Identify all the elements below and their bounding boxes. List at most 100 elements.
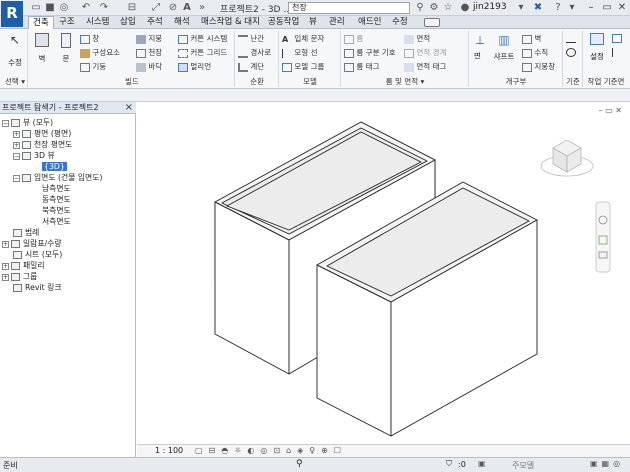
infocenter-icon[interactable]: ⚙: [428, 2, 440, 14]
measure-icon[interactable]: ⊟: [126, 2, 138, 14]
restore-icon[interactable]: ▭: [600, 1, 614, 14]
tree-item[interactable]: − 뷰 (모두): [2, 117, 134, 128]
level-button[interactable]: [566, 33, 576, 43]
tree-item[interactable]: + 일람표/수량: [2, 238, 134, 249]
3d-viewport[interactable]: – ▭ ✕: [137, 102, 630, 457]
collapse-icon[interactable]: −: [13, 174, 20, 182]
user-menu-icon[interactable]: ▾: [515, 2, 527, 14]
shaft-button[interactable]: ▥ 샤프트: [492, 33, 516, 62]
ribbon-toggle-icon[interactable]: [424, 18, 440, 27]
filter-icon[interactable]: ⛉: [446, 459, 452, 469]
room-tag-button[interactable]: 룸 태그: [344, 61, 379, 72]
active-model[interactable]: 주모델: [512, 460, 534, 471]
group-label-room-area[interactable]: 룸 및 면적 ▾: [342, 76, 468, 87]
tab-annotate[interactable]: 주석: [143, 16, 167, 29]
curtain-grid-button[interactable]: 커튼 그리드: [178, 47, 227, 58]
set-workplane-button[interactable]: 설정: [586, 33, 608, 62]
model-group-button[interactable]: 모델 그룹: [282, 61, 324, 72]
search-input[interactable]: 천장: [288, 2, 410, 14]
close-browser-icon[interactable]: ×: [125, 102, 133, 114]
room-separator-button[interactable]: 룸 구분 기호: [344, 47, 396, 58]
tree-item[interactable]: + 평면 (평면): [2, 128, 134, 139]
group-label-select[interactable]: 선택 ▾: [2, 76, 28, 87]
tree-item[interactable]: + 천장 평면도: [2, 139, 134, 150]
tab-systems[interactable]: 시스템: [82, 16, 113, 29]
floor-button[interactable]: 바닥: [136, 61, 162, 72]
roof-button[interactable]: 지붕: [136, 33, 162, 44]
tab-structure[interactable]: 구조: [55, 16, 79, 29]
modify-button[interactable]: ↖ 수정: [4, 33, 26, 68]
redo-icon[interactable]: ↷: [98, 2, 110, 14]
vertical-opening-button[interactable]: 수직: [522, 47, 548, 58]
tab-view[interactable]: 뷰: [305, 16, 321, 29]
model-line-button[interactable]: 모형 선: [282, 47, 317, 58]
mullion-button[interactable]: 멀리언: [178, 61, 211, 72]
tree-item[interactable]: {3D}: [2, 161, 134, 172]
tab-addins[interactable]: 애드인: [354, 16, 385, 29]
save-icon[interactable]: ■: [44, 2, 56, 14]
tree-item[interactable]: 범례: [2, 227, 134, 238]
model-text-button[interactable]: A 입체 문자: [282, 33, 324, 44]
tree-item[interactable]: 동측면도: [2, 194, 134, 205]
tab-insert[interactable]: 삽입: [116, 16, 140, 29]
binoculars-icon[interactable]: ⚲: [414, 2, 426, 14]
minimize-icon[interactable]: –: [584, 1, 598, 14]
tree-item[interactable]: + 그룹: [2, 271, 134, 282]
tree-item[interactable]: 시트 (모두): [2, 249, 134, 260]
tree-item[interactable]: − 입면도 (건물 입면도): [2, 172, 134, 183]
opening-by-face-button[interactable]: ⟂ 면: [472, 33, 488, 60]
tab-modify[interactable]: 수정: [388, 16, 412, 29]
grid-button[interactable]: [566, 47, 576, 57]
expand-icon[interactable]: +: [2, 273, 9, 281]
wall-opening-button[interactable]: 벽: [522, 33, 541, 44]
collapse-icon[interactable]: −: [2, 119, 9, 127]
tree-item[interactable]: Revit 링크: [2, 282, 134, 293]
tree-item[interactable]: − 3D 뷰: [2, 150, 134, 161]
area-tag-button[interactable]: 면적 태그: [404, 61, 446, 72]
sync-icon[interactable]: ◎: [58, 2, 70, 14]
expand-icon[interactable]: +: [13, 141, 20, 149]
close-window-icon[interactable]: ✕: [615, 1, 629, 14]
expand-icon[interactable]: +: [13, 130, 20, 138]
expand-icon[interactable]: +: [2, 240, 9, 248]
user-icon[interactable]: ●: [459, 2, 471, 14]
undo-icon[interactable]: ↶: [80, 2, 92, 14]
tab-manage[interactable]: 관리: [325, 16, 349, 29]
ceiling-button[interactable]: 천장: [136, 47, 162, 58]
curtain-system-button[interactable]: 커튼 시스템: [178, 33, 227, 44]
exchange-icon[interactable]: ✖: [532, 2, 544, 14]
tree-item[interactable]: 서측면도: [2, 216, 134, 227]
room-button[interactable]: 룸: [344, 33, 363, 44]
tab-architecture[interactable]: 건축: [28, 16, 54, 29]
wall-button[interactable]: 벽: [31, 33, 53, 64]
window-button[interactable]: 창: [80, 33, 99, 44]
door-button[interactable]: 문: [56, 33, 76, 64]
column-button[interactable]: 기둥: [80, 61, 106, 72]
view-scale[interactable]: 1 : 100: [155, 446, 183, 455]
ref-plane-button[interactable]: [612, 47, 622, 57]
tab-analyze[interactable]: 해석: [170, 16, 194, 29]
component-button[interactable]: 구성요소: [80, 47, 120, 58]
help-menu-icon[interactable]: ▾: [566, 2, 578, 14]
revit-logo[interactable]: R: [1, 1, 23, 27]
qa-more-icon[interactable]: »: [196, 2, 208, 14]
dimension-icon[interactable]: ⤢: [150, 2, 162, 14]
ramp-button[interactable]: 경사로: [238, 47, 271, 58]
design-options-icon[interactable]: ▣: [478, 459, 486, 468]
selection-options-icons[interactable]: ▣▦◎: [590, 459, 624, 468]
open-icon[interactable]: ▭: [30, 2, 42, 14]
view-control-icons[interactable]: ▢⊟◓☼◐◎⊡⌂◈♀⊕☐: [195, 446, 347, 455]
tree-item[interactable]: 남측면도: [2, 183, 134, 194]
expand-icon[interactable]: +: [2, 262, 9, 270]
worksets-icon[interactable]: ⚲: [296, 459, 303, 469]
dormer-button[interactable]: 지붕창: [522, 61, 555, 72]
area-boundary-button[interactable]: 면적 경계: [404, 47, 446, 58]
favorites-icon[interactable]: ☆: [442, 2, 454, 14]
show-workplane-button[interactable]: [612, 33, 622, 43]
area-button[interactable]: 면적: [404, 33, 430, 44]
user-name[interactable]: jin2193: [473, 2, 507, 12]
tree-item[interactable]: 북측면도: [2, 205, 134, 216]
stair-button[interactable]: 계단: [238, 61, 264, 72]
railing-button[interactable]: 난간: [238, 33, 264, 44]
text-icon[interactable]: A: [181, 2, 193, 14]
